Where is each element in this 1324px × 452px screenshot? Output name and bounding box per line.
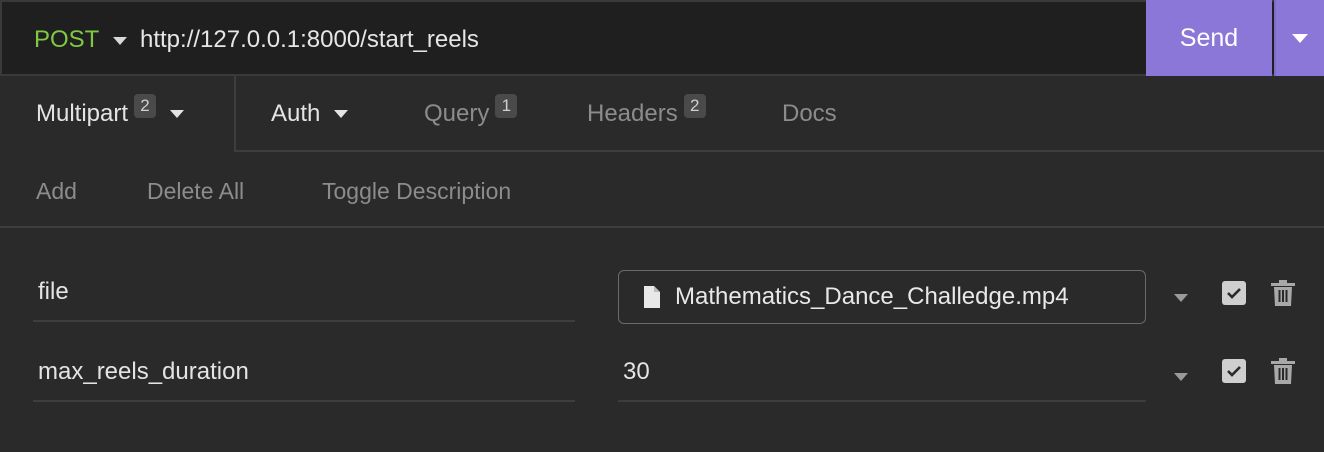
count-badge: 2 [134, 94, 157, 118]
params-toolbar: Add Delete All Toggle Description [0, 152, 1324, 228]
param-type-dropdown[interactable] [1174, 289, 1188, 307]
file-picker-button[interactable]: Mathematics_Dance_Challedge.mp4 [618, 270, 1146, 324]
chevron-down-icon [113, 37, 128, 45]
param-type-dropdown[interactable] [1174, 368, 1188, 386]
chevron-down-icon [334, 110, 349, 118]
method-label: POST [34, 26, 100, 53]
request-tabs: Multipart 2 Auth Query 1 Headers 2 Docs [0, 76, 1324, 152]
url-bar: POST http://127.0.0.1:8000/start_reels [0, 0, 1324, 76]
tab-query[interactable]: Query 1 [424, 94, 518, 128]
add-button[interactable]: Add [36, 178, 77, 205]
file-name: Mathematics_Dance_Challedge.mp4 [675, 283, 1069, 310]
tab-docs[interactable]: Docs [782, 100, 837, 128]
param-value-input[interactable]: 30 [618, 350, 1146, 402]
tab-divider [234, 76, 236, 152]
param-name-input[interactable]: file [33, 270, 575, 322]
toggle-description-button[interactable]: Toggle Description [322, 178, 511, 205]
tab-label: Auth [271, 100, 321, 127]
tab-label: Multipart [36, 100, 129, 127]
count-badge: 1 [495, 94, 518, 118]
tab-auth[interactable]: Auth [271, 100, 349, 128]
check-icon [1227, 366, 1241, 377]
send-button[interactable]: Send [1146, 0, 1272, 76]
url-input[interactable]: http://127.0.0.1:8000/start_reels [140, 26, 479, 54]
chevron-down-icon [170, 110, 185, 118]
param-enabled-checkbox[interactable] [1222, 359, 1246, 383]
tab-label: Docs [782, 100, 837, 127]
method-dropdown[interactable]: POST [34, 26, 128, 54]
file-icon [644, 286, 660, 308]
tab-multipart[interactable]: Multipart 2 [36, 94, 185, 128]
tab-headers[interactable]: Headers 2 [587, 94, 706, 128]
param-enabled-checkbox[interactable] [1222, 281, 1246, 305]
delete-all-button[interactable]: Delete All [147, 178, 244, 205]
chevron-down-icon [1174, 373, 1188, 381]
count-badge: 2 [683, 94, 706, 118]
chevron-down-icon [1174, 294, 1188, 302]
tab-label: Headers [587, 100, 678, 127]
check-icon [1227, 288, 1241, 299]
tab-label: Query [424, 100, 490, 127]
param-name-input[interactable]: max_reels_duration [33, 350, 575, 402]
chevron-down-icon [1292, 33, 1308, 43]
send-options-button[interactable] [1274, 0, 1324, 76]
trash-icon[interactable] [1271, 358, 1295, 384]
trash-icon[interactable] [1271, 280, 1295, 306]
